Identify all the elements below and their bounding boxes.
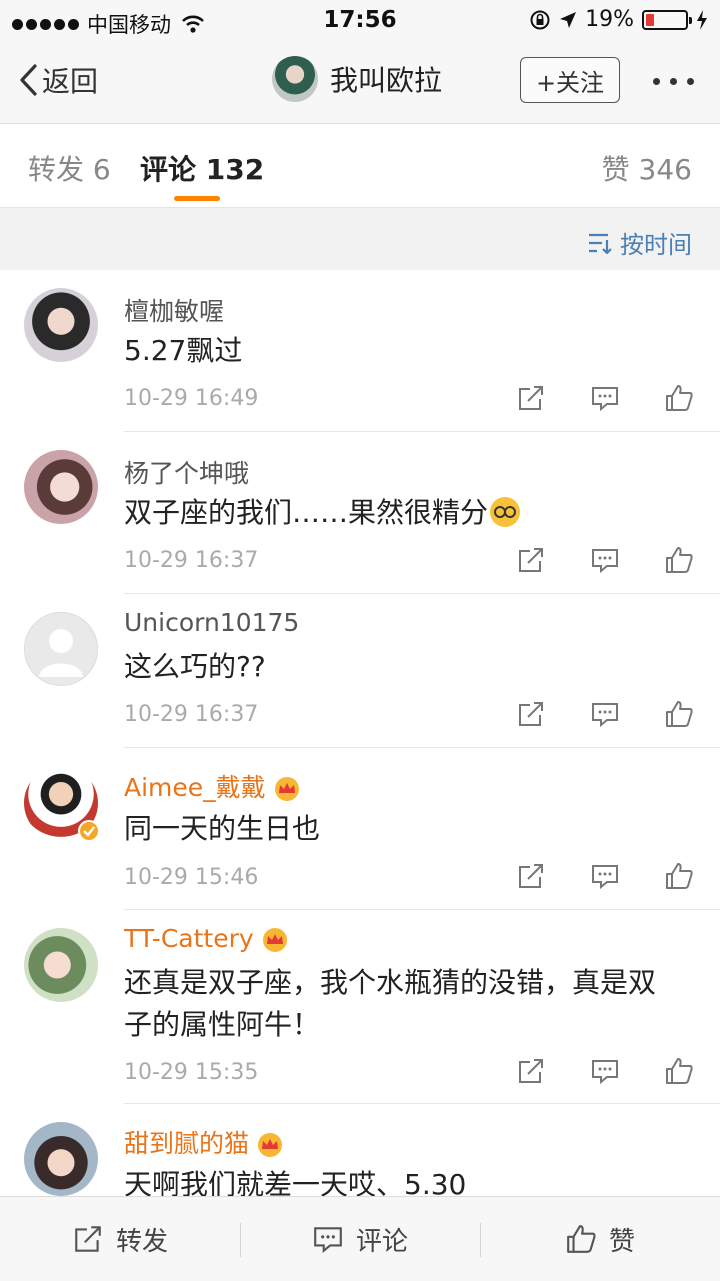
sort-label: 按时间	[620, 231, 692, 259]
commenter-name[interactable]: Unicorn10175	[124, 608, 299, 637]
like-icon[interactable]	[664, 383, 694, 413]
status-bar: 中国移动 17:56 19%	[0, 0, 720, 40]
commenter-name-row: TT-Cattery	[124, 924, 290, 953]
tab-reposts[interactable]: 转发 6	[28, 148, 111, 188]
reply-icon[interactable]	[590, 383, 620, 413]
repost-button-label: 转发	[115, 1226, 168, 1257]
repost-icon[interactable]	[516, 383, 546, 413]
comment-item: Aimee_戴戴 同一天的生日也 10-29 15:46	[0, 748, 720, 910]
commenter-name[interactable]: TT-Cattery	[124, 924, 254, 953]
comment-item: Unicorn10175 这么巧的?? 10-29 16:37	[0, 594, 720, 748]
sort-icon	[589, 233, 612, 254]
repost-icon[interactable]	[516, 545, 546, 575]
comment-item: 甜到腻的猫 天啊我们就差一天哎、5.30	[0, 1104, 720, 1196]
tab-reposts-label: 转发	[28, 153, 85, 186]
reply-icon[interactable]	[590, 1056, 620, 1086]
comment-button[interactable]: 评论	[240, 1197, 480, 1281]
like-button[interactable]: 赞	[480, 1197, 720, 1281]
comment-time: 10-29 15:35	[124, 1060, 259, 1085]
tab-comments-label: 评论	[140, 153, 197, 186]
battery-icon	[642, 9, 692, 30]
sort-bar: 按时间	[0, 208, 720, 270]
comment-button-label: 评论	[355, 1226, 408, 1257]
commenter-name[interactable]: 甜到腻的猫	[124, 1129, 249, 1158]
default-avatar[interactable]	[24, 612, 98, 686]
vip-crown-icon	[258, 1133, 283, 1157]
repost-icon	[75, 1226, 101, 1252]
comment-time: 10-29 16:37	[124, 702, 259, 727]
commenter-name[interactable]: Aimee_戴戴	[124, 773, 266, 802]
comment-item: 檀枷敏喔 5.27飘过 10-29 16:49	[0, 270, 720, 432]
tab-likes-label: 赞	[601, 153, 630, 186]
comment-item: 杨了个坤哦 双子座的我们……果然很精分 10-29 16:37	[0, 432, 720, 594]
comment-actions	[516, 1056, 694, 1086]
reply-icon[interactable]	[590, 861, 620, 891]
commenter-name[interactable]: 檀枷敏喔	[124, 292, 224, 328]
author-name: 我叫欧拉	[330, 64, 443, 97]
reply-icon[interactable]	[590, 699, 620, 729]
nerd-face-emoji-icon	[490, 497, 521, 527]
charging-bolt-icon	[697, 9, 707, 30]
comment-text: 还真是双子座，我个水瓶猜的没错，真是双子的属性阿牛！	[124, 966, 657, 1041]
like-icon[interactable]	[664, 545, 694, 575]
verified-badge-icon	[78, 820, 100, 842]
repost-button[interactable]: 转发	[0, 1197, 240, 1281]
repost-icon[interactable]	[516, 861, 546, 891]
comment-actions	[516, 861, 694, 891]
sort-by-time-button[interactable]: 按时间	[588, 225, 692, 260]
comment-actions	[516, 545, 694, 575]
user-silhouette-icon	[39, 629, 83, 677]
like-icon[interactable]	[664, 861, 694, 891]
repost-icon[interactable]	[516, 1056, 546, 1086]
comment-text: 天啊我们就差一天哎、5.30	[124, 1168, 467, 1196]
reply-icon[interactable]	[590, 545, 620, 575]
nav-bar: 返回 我叫欧拉 +关注	[0, 40, 720, 124]
commenter-name-row: 甜到腻的猫	[124, 1124, 285, 1160]
author-header[interactable]: 我叫欧拉	[272, 56, 442, 102]
tab-likes-count: 346	[638, 153, 692, 186]
battery-percent: 19%	[585, 7, 634, 32]
comment-text: 同一天的生日也	[124, 812, 321, 845]
tab-comments-count: 132	[205, 153, 265, 186]
like-button-label: 赞	[608, 1226, 635, 1257]
tab-comments[interactable]: 评论 132	[140, 148, 264, 188]
comment-text: 双子座的我们……果然很精分	[124, 496, 489, 529]
location-arrow-icon	[560, 11, 577, 28]
comment-item: TT-Cattery 还真是双子座，我个水瓶猜的没错，真是双子的属性阿牛！ 10…	[0, 910, 720, 1104]
rotation-lock-icon	[530, 10, 550, 29]
thumbs-up-icon	[567, 1225, 596, 1253]
back-label: 返回	[42, 65, 99, 98]
comment-text: 这么巧的??	[124, 650, 266, 683]
comment-text: 5.27飘过	[124, 334, 243, 367]
tab-likes[interactable]: 赞 346	[602, 148, 692, 188]
back-button[interactable]: 返回	[18, 60, 98, 100]
active-tab-indicator	[174, 196, 220, 201]
chevron-left-icon	[20, 64, 37, 96]
comment-actions	[516, 383, 694, 413]
avatar[interactable]	[24, 450, 98, 524]
follow-button[interactable]: +关注	[520, 57, 620, 103]
avatar[interactable]	[24, 1122, 98, 1196]
comment-icon	[314, 1227, 342, 1254]
like-icon[interactable]	[664, 699, 694, 729]
interaction-tabs: 转发 6 评论 132 赞 346	[0, 124, 720, 208]
avatar[interactable]	[24, 288, 98, 362]
comment-time: 10-29 16:37	[124, 548, 259, 573]
tab-reposts-count: 6	[92, 153, 111, 186]
comment-time: 10-29 15:46	[124, 865, 259, 890]
comment-text-wrap: 双子座的我们……果然很精分	[124, 492, 694, 534]
vip-crown-icon	[274, 777, 299, 801]
like-icon[interactable]	[664, 1056, 694, 1086]
commenter-name[interactable]: 杨了个坤哦	[124, 454, 249, 490]
repost-icon[interactable]	[516, 699, 546, 729]
comment-actions	[516, 699, 694, 729]
author-avatar[interactable]	[272, 56, 318, 102]
comment-time: 10-29 16:49	[124, 386, 259, 411]
more-options-icon[interactable]	[653, 78, 694, 85]
commenter-name-row: Aimee_戴戴	[124, 768, 302, 804]
avatar[interactable]	[24, 928, 98, 1002]
bottom-action-bar: 转发 评论 赞	[0, 1196, 720, 1281]
vip-crown-icon	[262, 928, 287, 952]
